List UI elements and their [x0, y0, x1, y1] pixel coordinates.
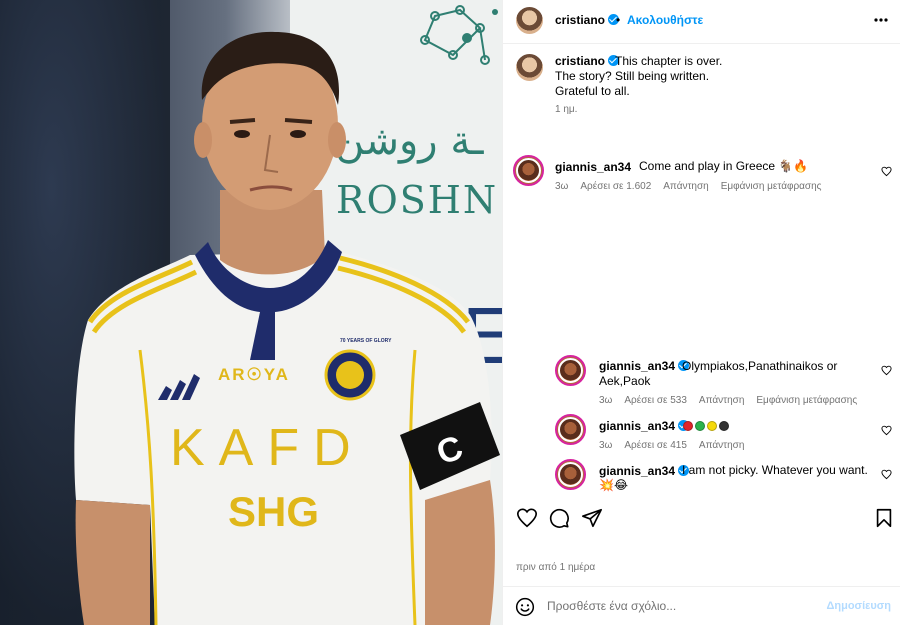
like-heart-icon[interactable]: [516, 507, 538, 529]
caption-author-username-text[interactable]: cristiano: [555, 54, 605, 68]
jersey-sponsor2-text: SHG: [228, 488, 320, 535]
author-avatar[interactable]: [516, 7, 543, 34]
comment-4-username-text[interactable]: giannis_an34: [599, 464, 675, 478]
comment-1-username-text[interactable]: giannis_an34: [555, 160, 631, 174]
post-photo[interactable]: ـة روشن ROSHN C E: [0, 0, 502, 625]
comment-2-meta: 3ω Αρέσει σε 533 Απάντηση Εμφάνιση μετάφρασ…: [599, 395, 869, 406]
comment-2-text-line-1: Olympiakos,Panathinaikos or: [682, 359, 838, 373]
caption-author-avatar[interactable]: [516, 54, 543, 81]
black-circle-emoji-icon: [719, 421, 729, 431]
comment-1-likes[interactable]: Αρέσει σε 1.602: [580, 181, 651, 192]
follow-button[interactable]: Ακολουθήστε: [627, 13, 703, 27]
comment-2-text-line-2: Aek,Paok: [599, 374, 651, 388]
comment-3-likes[interactable]: Αρέσει σε 415: [624, 440, 687, 451]
comment-3-emoji-row: [683, 419, 731, 434]
comment-composer: Δημοσίευση: [503, 586, 900, 625]
post-timestamp[interactable]: πριν από 1 ημέρα: [516, 562, 595, 573]
like-comment-heart-icon[interactable]: [881, 166, 892, 177]
caption-line-2: The story? Still being written.: [555, 69, 710, 83]
comment-3-username[interactable]: giannis_an34: [599, 419, 690, 433]
caption-age: 1 ημ.: [555, 104, 578, 115]
comment-4-text-line-2: 💥😂: [599, 478, 628, 492]
comment-3-reply-button[interactable]: Απάντηση: [699, 440, 744, 451]
commenter-avatar[interactable]: [555, 355, 586, 386]
comment-1-username[interactable]: giannis_an34: [555, 160, 631, 174]
author-username-text[interactable]: cristiano: [555, 13, 605, 27]
comment-4-username[interactable]: giannis_an34: [599, 464, 690, 478]
comment-3-meta: 3ω Αρέσει σε 415 Απάντηση: [599, 440, 756, 451]
commenter-avatar[interactable]: [555, 459, 586, 490]
comment-2-username[interactable]: giannis_an34: [599, 359, 690, 373]
save-bookmark-icon[interactable]: [873, 507, 895, 529]
comment-1-translate-button[interactable]: Εμφάνιση μετάφρασης: [721, 181, 822, 192]
comment-bubble-icon[interactable]: [548, 507, 570, 529]
comment-input[interactable]: [547, 595, 817, 617]
post-action-bar: [503, 507, 900, 537]
author-username[interactable]: cristiano: [555, 13, 620, 27]
comment-2-age: 3ω: [599, 395, 613, 406]
comment-2-reply-button[interactable]: Απάντηση: [699, 395, 744, 406]
comment-1-reply-button[interactable]: Απάντηση: [663, 181, 708, 192]
jersey-brand-text: AR☉YA: [218, 365, 290, 384]
emoji-picker-icon[interactable]: [515, 597, 535, 617]
more-options-icon[interactable]: [873, 12, 889, 28]
red-circle-emoji-icon: [683, 421, 693, 431]
post-side-panel: cristiano • Ακολουθήστε cristiano This c…: [502, 0, 900, 625]
comment-3-username-text[interactable]: giannis_an34: [599, 419, 675, 433]
comment-2-translate-button[interactable]: Εμφάνιση μετάφρασης: [756, 395, 857, 406]
comment-3-age: 3ω: [599, 440, 613, 451]
comment-4-text: I am not picky. Whatever you want.: [682, 463, 868, 477]
commenter-avatar[interactable]: [513, 155, 544, 186]
like-comment-heart-icon[interactable]: [881, 425, 892, 436]
caption-line-3: Grateful to all.: [555, 84, 630, 98]
yellow-circle-emoji-icon: [707, 421, 717, 431]
jersey-sponsor-text: KAFD: [170, 419, 365, 477]
post-header: cristiano • Ακολουθήστε: [503, 0, 900, 44]
post-comment-button[interactable]: Δημοσίευση: [826, 600, 891, 612]
comment-2-likes[interactable]: Αρέσει σε 533: [624, 395, 687, 406]
comment-1-age: 3ω: [555, 181, 569, 192]
comment-1-text: Come and play in Greece 🐐🔥: [639, 159, 809, 173]
comment-2-username-text[interactable]: giannis_an34: [599, 359, 675, 373]
like-comment-heart-icon[interactable]: [881, 365, 892, 376]
caption-author-username[interactable]: cristiano: [555, 54, 620, 68]
caption-line-1: This chapter is over.: [615, 54, 723, 68]
instagram-post-view: ـة روشن ROSHN C E: [0, 0, 900, 625]
green-circle-emoji-icon: [695, 421, 705, 431]
commenter-avatar[interactable]: [555, 414, 586, 445]
comment-1-meta: 3ω Αρέσει σε 1.602 Απάντηση Εμφάνιση μετάφρ…: [555, 181, 833, 192]
like-comment-heart-icon[interactable]: [881, 469, 892, 480]
crest-text: 70 YEARS OF GLORY: [340, 338, 392, 344]
separator-dot: •: [616, 13, 621, 27]
share-paper-plane-icon[interactable]: [581, 507, 603, 529]
